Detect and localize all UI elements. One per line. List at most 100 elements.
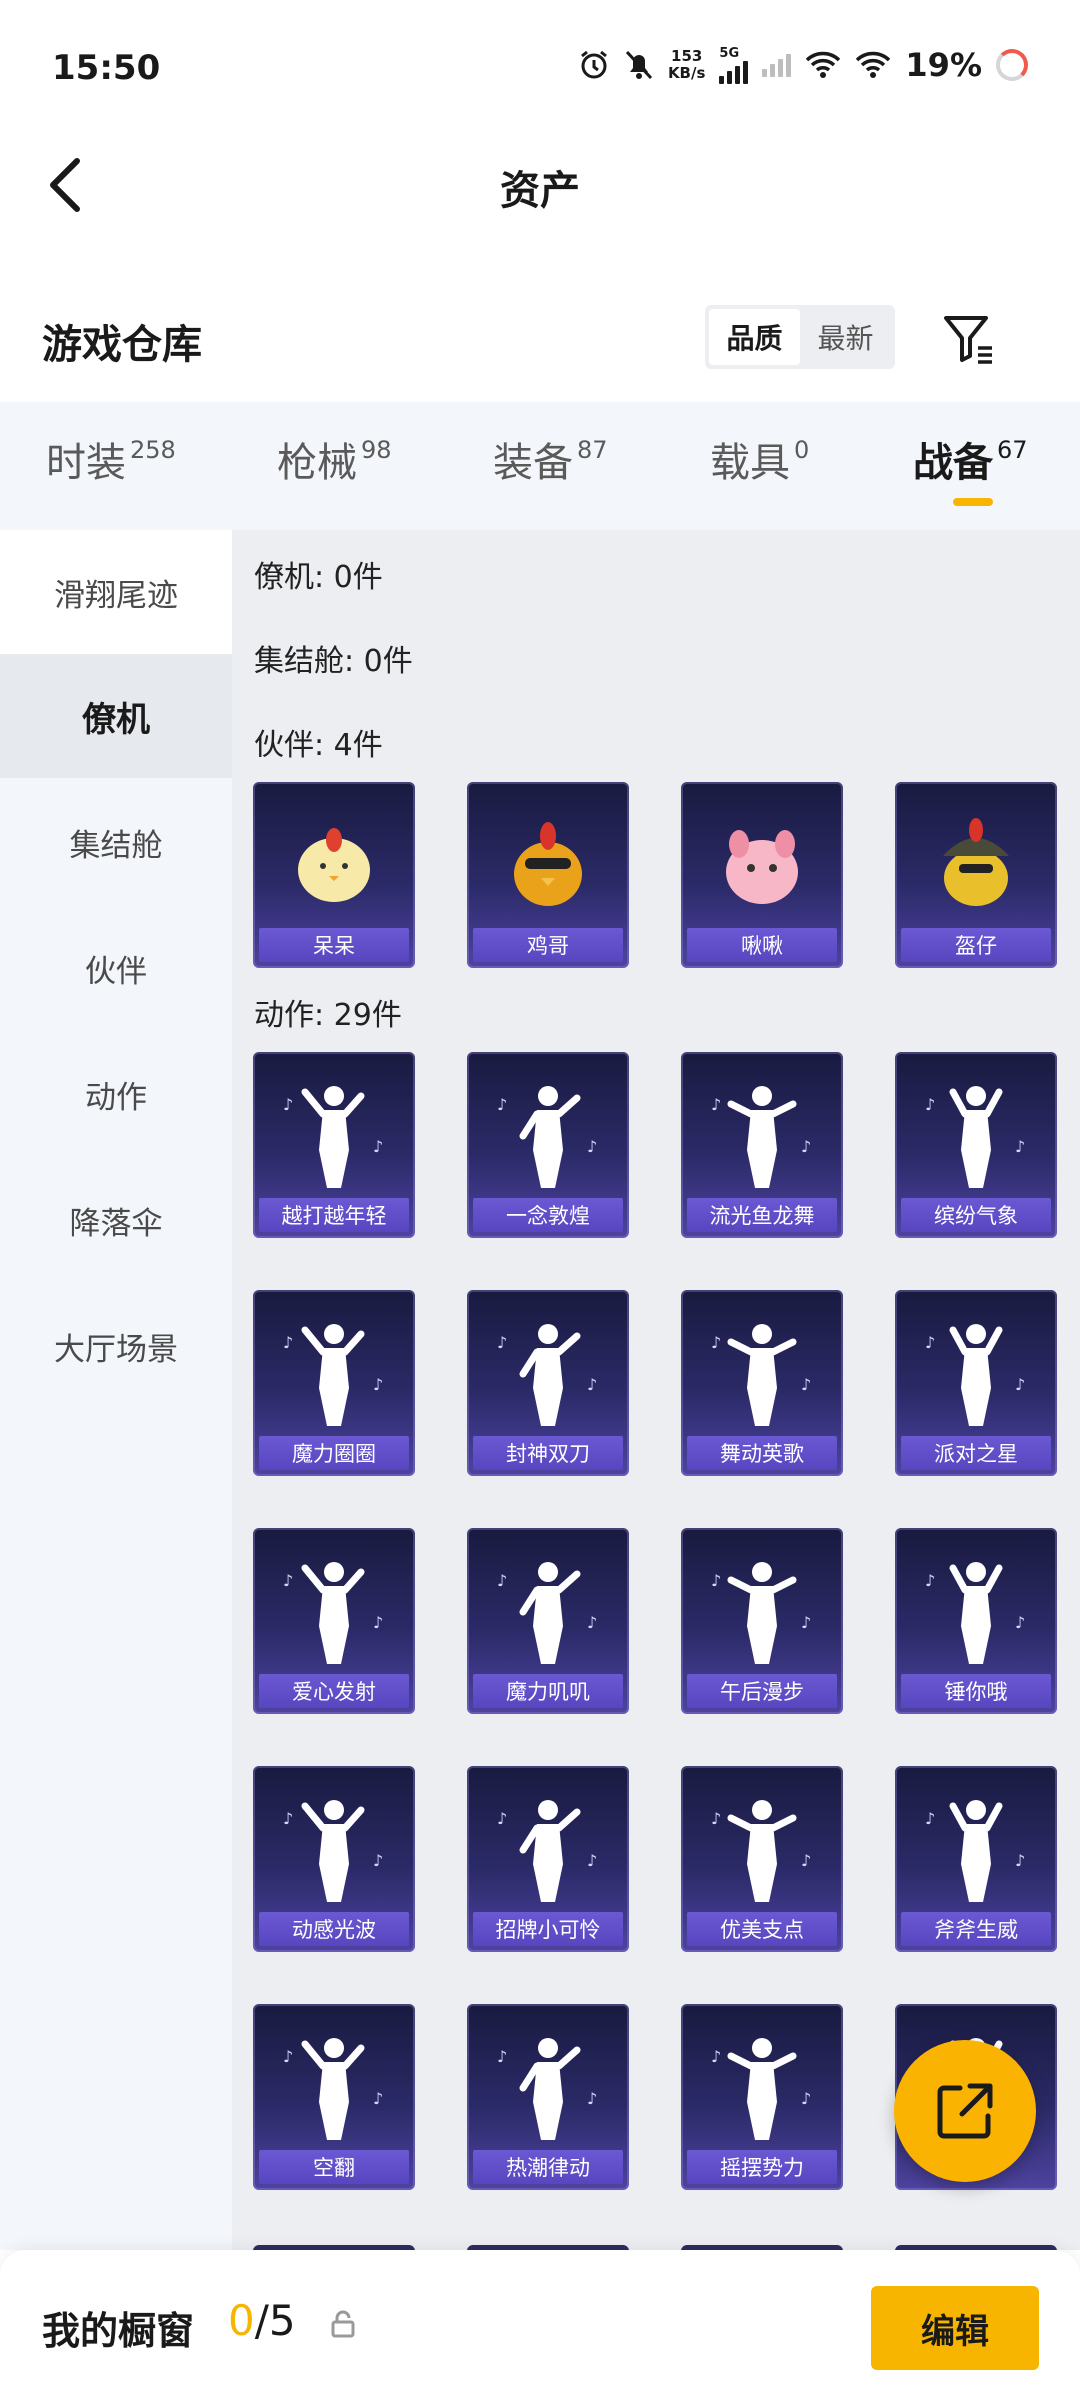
active-tab-indicator [953, 498, 993, 506]
item-card[interactable]: ♪ ♪ 封神双刀 [467, 1290, 629, 1476]
item-image: ♪♪ [711, 1562, 811, 1664]
item-name: 盔仔 [901, 928, 1051, 962]
tab-count: 87 [577, 436, 608, 464]
item-image: ♪♪ [283, 2038, 383, 2140]
item-card[interactable]: ♪ ♪ 优美支点 [681, 1766, 843, 1952]
sidebar-item-emote[interactable]: 动作 [0, 1032, 232, 1156]
item-content: 僚机: 0件 集结舱: 0件 伙伴: 4件 动作: 29件 呆呆 鸡哥 啾啾 盔仔 ♪ ♪… [232, 530, 1080, 2250]
item-name: 摇摆势力 [687, 2150, 837, 2184]
item-card[interactable]: ♪ ♪ 流光鱼龙舞 [681, 1052, 843, 1238]
item-card[interactable]: ♪ ♪ 越打越年轻 [253, 1052, 415, 1238]
item-card[interactable]: ♪ ♪ 空翻 [253, 2004, 415, 2190]
mute-bell-icon [625, 50, 653, 80]
svg-text:♪: ♪ [711, 1333, 721, 1352]
group-header-wingman: 僚机: 0件 [254, 560, 383, 595]
tab-label: 战备 [913, 440, 993, 486]
item-card[interactable]: ♪ ♪ 魔力叽叽 [467, 1528, 629, 1714]
share-fab-button[interactable] [894, 2040, 1036, 2182]
svg-text:♪: ♪ [497, 1095, 507, 1114]
item-card[interactable]: ♪ ♪ 招牌小可怜 [467, 1766, 629, 1952]
svg-text:♪: ♪ [801, 1375, 811, 1394]
filter-button[interactable] [940, 310, 1000, 370]
item-name: 流光鱼龙舞 [687, 1198, 837, 1232]
svg-text:♪: ♪ [283, 1333, 293, 1352]
item-image: ♪♪ [711, 1324, 811, 1426]
item-name: 呆呆 [259, 928, 409, 962]
item-card[interactable]: ♪ ♪ 魔力圈圈 [253, 1290, 415, 1476]
alarm-icon [581, 50, 607, 79]
svg-text:♪: ♪ [925, 1095, 935, 1114]
status-icons: 153 KB/s 5G 19% [578, 46, 1028, 84]
svg-text:♪: ♪ [711, 1571, 721, 1590]
item-card[interactable]: ♪ ♪ 动感光波 [253, 1766, 415, 1952]
sidebar-item-pod[interactable]: 集结舱 [0, 780, 232, 904]
item-image: ♪♪ [283, 1800, 383, 1902]
item-image: ♪♪ [283, 1562, 383, 1664]
svg-text:♪: ♪ [587, 1375, 597, 1394]
item-image: ♪♪ [283, 1086, 383, 1188]
cell-signal: 5G [719, 47, 749, 84]
tab-vehicles[interactable]: 载具 0 [710, 430, 809, 488]
tab-equipment[interactable]: 装备 87 [493, 430, 608, 488]
item-card[interactable]: ♪ ♪ 午后漫步 [681, 1528, 843, 1714]
item-card[interactable]: ♪ ♪ 舞动英歌 [681, 1290, 843, 1476]
svg-text:♪: ♪ [373, 1851, 383, 1870]
group-header-emote: 动作: 29件 [254, 998, 402, 1033]
tab-guns[interactable]: 枪械 98 [277, 430, 392, 488]
tab-label: 枪械 [277, 440, 357, 486]
item-name: 魔力叽叽 [473, 1674, 623, 1708]
bottom-bar: 我的橱窗 0/5 编辑 [0, 2250, 1080, 2400]
svg-text:♪: ♪ [283, 2047, 293, 2066]
sidebar-item-wingman[interactable]: 僚机 [0, 654, 232, 778]
net-speed-value: 153 [671, 47, 703, 65]
item-card[interactable]: ♪ ♪ 一念敦煌 [467, 1052, 629, 1238]
tab-fashion[interactable]: 时装 258 [46, 430, 176, 488]
item-name: 午后漫步 [687, 1674, 837, 1708]
item-card[interactable]: 盔仔 [895, 782, 1057, 968]
svg-text:♪: ♪ [801, 2089, 811, 2108]
svg-text:♪: ♪ [801, 1613, 811, 1632]
sort-quality-button[interactable]: 品质 [709, 309, 800, 365]
item-card[interactable]: ♪ ♪ 派对之星 [895, 1290, 1057, 1476]
item-image: ♪♪ [497, 2038, 597, 2140]
svg-text:♪: ♪ [283, 1571, 293, 1590]
net-speed-unit: KB/s [667, 64, 706, 82]
item-name: 锤你哦 [901, 1674, 1051, 1708]
svg-text:♪: ♪ [497, 2047, 507, 2066]
item-card[interactable]: ♪ ♪ 缤纷气象 [895, 1052, 1057, 1238]
sort-newest-button[interactable]: 最新 [800, 309, 891, 365]
tab-supplies[interactable]: 战备 67 [913, 430, 1028, 488]
status-bar: 15:50 153 KB/s 5G 19% [0, 0, 1080, 140]
sidebar-item-parachute[interactable]: 降落伞 [0, 1158, 232, 1282]
item-card[interactable]: 啾啾 [681, 782, 843, 968]
item-image: ♪♪ [497, 1324, 597, 1426]
item-card[interactable]: ♪ ♪ 摇摆势力 [681, 2004, 843, 2190]
svg-text:♪: ♪ [925, 1809, 935, 1828]
item-name: 缤纷气象 [901, 1198, 1051, 1232]
item-card[interactable]: 呆呆 [253, 782, 415, 968]
signal-bars-icon [719, 60, 749, 84]
item-image [514, 822, 582, 906]
svg-text:♪: ♪ [373, 1613, 383, 1632]
item-card[interactable]: ♪ ♪ 爱心发射 [253, 1528, 415, 1714]
wifi-2-icon [856, 51, 891, 78]
svg-text:♪: ♪ [925, 1571, 935, 1590]
tab-count: 0 [794, 436, 810, 464]
item-card[interactable]: 鸡哥 [467, 782, 629, 968]
item-card[interactable]: ♪ ♪ 斧斧生威 [895, 1766, 1057, 1952]
item-image: ♪♪ [283, 1324, 383, 1426]
item-image: ♪♪ [925, 1086, 1025, 1188]
item-name: 越打越年轻 [259, 1198, 409, 1232]
edit-button[interactable]: 编辑 [871, 2286, 1039, 2370]
group-header-pod: 集结舱: 0件 [254, 644, 413, 679]
item-card[interactable]: ♪ ♪ 锤你哦 [895, 1528, 1057, 1714]
sidebar-item-glide-trail[interactable]: 滑翔尾迹 [0, 530, 232, 654]
sidebar-item-lobby-scene[interactable]: 大厅场景 [0, 1284, 232, 1408]
item-card[interactable]: ♪ ♪ 热潮律动 [467, 2004, 629, 2190]
svg-text:♪: ♪ [1015, 1613, 1025, 1632]
sidebar-item-partner[interactable]: 伙伴 [0, 906, 232, 1030]
item-name: 一念敦煌 [473, 1198, 623, 1232]
svg-text:♪: ♪ [801, 1851, 811, 1870]
svg-text:♪: ♪ [925, 1333, 935, 1352]
svg-text:♪: ♪ [497, 1571, 507, 1590]
